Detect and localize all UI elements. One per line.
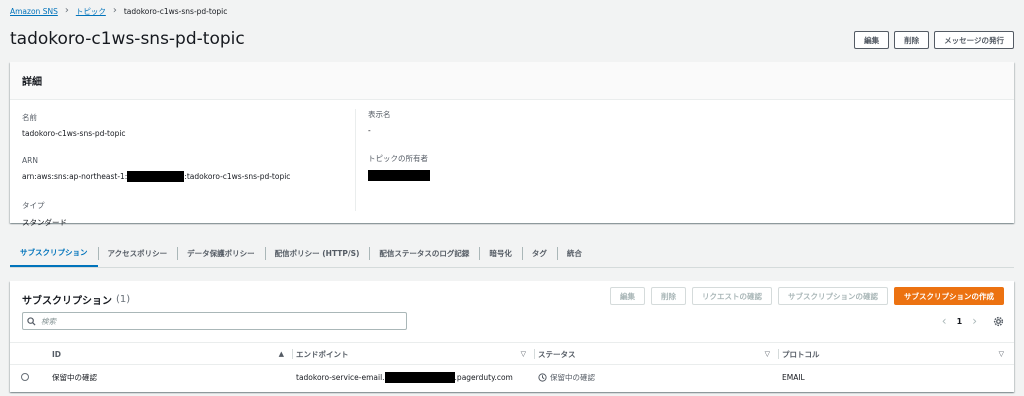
display-name-field: 表示名 - [368,109,430,135]
tab-data-protection-policy[interactable]: データ保護ポリシー [177,240,265,267]
sort-caret-icon[interactable]: ▽ [521,350,526,358]
sort-caret-icon[interactable]: ▽ [999,350,1004,358]
row-id[interactable]: 保留中の確認 [52,365,97,389]
row-status-text: 保留中の確認 [550,372,595,382]
publish-message-button[interactable]: メッセージの発行 [934,31,1014,49]
type-label: タイプ [22,201,45,210]
column-divider [534,349,535,359]
edit-topic-button[interactable]: 編集 [854,31,890,49]
row-protocol: EMAIL [782,372,805,382]
confirm-subscription-button[interactable]: サブスクリプションの確認 [778,287,888,305]
search-input[interactable] [41,316,381,326]
topic-tabs: サブスクリプション アクセスポリシー データ保護ポリシー 配信ポリシー (HTT… [10,240,1014,268]
tab-delivery-policy[interactable]: 配信ポリシー (HTTP/S) [264,240,370,267]
arn-label: ARN [22,156,38,165]
tab-integrations[interactable]: 統合 [556,240,592,267]
page-number[interactable]: 1 [957,317,963,326]
column-header-protocol-label: プロトコル [782,349,820,359]
subscriptions-header: サブスクリプション (1) 編集 削除 リクエストの確認 サブスクリプションの確… [10,281,1014,343]
column-header-id[interactable]: ID ▲ [52,343,293,365]
redacted-account-id [127,171,185,182]
endpoint-prefix: tadokoro-service-email. [296,372,385,382]
row-status: 保留中の確認 [538,365,595,389]
type-value: スタンダード [22,218,67,227]
redacted-endpoint [384,371,455,383]
arn-field: ARN arn:aws:sns:ap-northeast-1: :tadokor… [22,156,290,182]
tab-encryption[interactable]: 暗号化 [479,240,522,267]
request-confirmation-button[interactable]: リクエストの確認 [692,287,772,305]
endpoint-suffix: .pagerduty.com [454,372,513,382]
arn-value: arn:aws:sns:ap-northeast-1: :tadokoro-c1… [22,171,290,182]
column-divider [292,349,293,359]
create-subscription-button[interactable]: サブスクリプションの作成 [894,287,1004,305]
name-label: 名前 [22,113,37,122]
pagination: ‹ 1 › [942,314,1004,328]
edit-subscription-button[interactable]: 編集 [610,287,645,305]
subscriptions-actions: 編集 削除 リクエストの確認 サブスクリプションの確認 サブスクリプションの作成 [610,287,1004,305]
search-icon [27,316,36,326]
column-header-id-label: ID [52,349,62,359]
delete-subscription-button[interactable]: 削除 [651,287,686,305]
row-select-cell [21,365,29,389]
tab-access-policy[interactable]: アクセスポリシー [97,240,178,267]
row-radio-button[interactable] [21,373,29,381]
details-column-right: 表示名 - トピックの所有者 [355,109,430,211]
table-row[interactable]: 保留中の確認 tadokoro-service-email. .pagerdut… [10,365,1014,389]
column-header-status-label: ステータス [538,349,576,359]
tab-tags[interactable]: タグ [521,240,557,267]
breadcrumb-current: tadokoro-c1ws-sns-pd-topic [123,6,228,16]
column-divider [778,349,779,359]
details-heading: 詳細 [10,62,1014,100]
page-title: tadokoro-c1ws-sns-pd-topic [10,29,245,49]
subscription-search-box [22,312,407,330]
subscriptions-title: サブスクリプション (1) [22,292,130,307]
type-field: タイプ スタンダード [22,200,290,228]
chevron-right-icon: › [64,5,69,16]
page-actions: 編集 削除 メッセージの発行 [854,31,1014,49]
display-name-label: 表示名 [368,110,391,119]
delete-topic-button[interactable]: 削除 [894,31,930,49]
details-panel: 詳細 名前 tadokoro-c1ws-sns-pd-topic ARN arn… [10,62,1014,227]
column-header-endpoint[interactable]: エンドポイント ▽ [296,343,535,365]
tab-subscriptions[interactable]: サブスクリプション [10,240,98,267]
details-column-left: 名前 tadokoro-c1ws-sns-pd-topic ARN arn:aw… [22,112,290,246]
subscriptions-title-text: サブスクリプション [22,296,112,307]
breadcrumb-link-topics[interactable]: トピック [76,6,106,17]
arn-prefix: arn:aws:sns:ap-northeast-1: [22,172,128,181]
tab-delivery-status-logging[interactable]: 配信ステータスのログ記録 [369,240,479,267]
row-endpoint: tadokoro-service-email. .pagerduty.com [296,365,513,389]
table-header: ID ▲ エンドポイント ▽ ステータス ▽ プロトコル ▽ [10,343,1014,365]
subscriptions-count: (1) [116,294,131,305]
redacted-owner [368,170,430,181]
chevron-left-icon[interactable]: ‹ [942,314,947,328]
chevron-right-icon: › [112,5,117,16]
sort-caret-icon[interactable]: ▽ [765,350,770,358]
column-header-protocol[interactable]: プロトコル ▽ [782,343,1004,365]
name-value: tadokoro-c1ws-sns-pd-topic [22,129,126,138]
sort-ascending-icon[interactable]: ▲ [279,350,284,358]
name-field: 名前 tadokoro-c1ws-sns-pd-topic [22,112,290,138]
breadcrumb: Amazon SNS › トピック › tadokoro-c1ws-sns-pd… [10,4,227,18]
clock-icon [538,372,547,382]
arn-suffix: :tadokoro-c1ws-sns-pd-topic [184,172,291,181]
subscriptions-panel: サブスクリプション (1) 編集 削除 リクエストの確認 サブスクリプションの確… [10,281,1014,392]
gear-icon[interactable] [993,316,1004,327]
breadcrumb-link-sns[interactable]: Amazon SNS [10,7,58,16]
column-header-endpoint-label: エンドポイント [296,349,349,359]
chevron-right-icon[interactable]: › [972,314,977,328]
owner-value [368,170,430,181]
owner-field: トピックの所有者 [368,153,430,181]
display-name-value: - [368,126,371,135]
column-header-status[interactable]: ステータス ▽ [538,343,779,365]
owner-label: トピックの所有者 [368,154,428,163]
